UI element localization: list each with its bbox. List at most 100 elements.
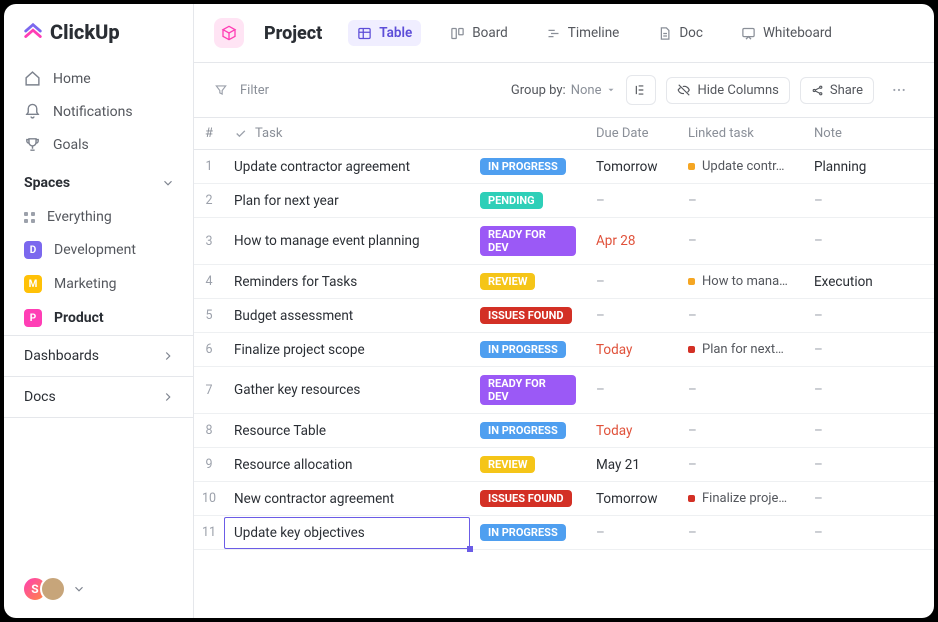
cell-due-date[interactable]: Today bbox=[586, 415, 678, 447]
table-row[interactable]: 5 Budget assessment ISSUES FOUND – – – bbox=[194, 299, 934, 333]
cell-note: – bbox=[814, 525, 823, 541]
col-header-number[interactable]: # bbox=[194, 118, 224, 149]
cell-linked[interactable]: How to mana… bbox=[688, 274, 794, 289]
nav-notifications[interactable]: Notifications bbox=[14, 95, 183, 128]
cell-status[interactable]: ISSUES FOUND bbox=[470, 299, 586, 332]
table-row[interactable]: 1 Update contractor agreement IN PROGRES… bbox=[194, 150, 934, 184]
table-row[interactable]: 6 Finalize project scope IN PROGRESS Tod… bbox=[194, 333, 934, 367]
cell-due-date[interactable]: Today bbox=[586, 334, 678, 366]
cell-status[interactable]: READY FOR DEV bbox=[470, 367, 586, 413]
col-header-note[interactable]: Note bbox=[804, 118, 934, 149]
cell-status[interactable]: PENDING bbox=[470, 184, 586, 217]
space-badge: M bbox=[24, 275, 42, 293]
cell-linked[interactable]: Finalize proje… bbox=[688, 491, 794, 506]
cell-due-date[interactable]: – bbox=[586, 517, 678, 549]
cell-due-date[interactable]: – bbox=[586, 374, 678, 406]
table-row[interactable]: 9 Resource allocation REVIEW May 21 – – bbox=[194, 448, 934, 482]
cell-status[interactable]: IN PROGRESS bbox=[470, 516, 586, 549]
status-badge: ISSUES FOUND bbox=[480, 307, 572, 324]
cell-status[interactable]: IN PROGRESS bbox=[470, 414, 586, 447]
cell-due-date[interactable]: Tomorrow bbox=[586, 483, 678, 515]
col-header-task[interactable]: Task bbox=[224, 118, 470, 149]
cell-note-wrapper: – bbox=[804, 334, 934, 366]
cell-task[interactable]: Finalize project scope bbox=[224, 334, 470, 366]
cell-due-date[interactable]: Tomorrow bbox=[586, 151, 678, 183]
table-row[interactable]: 2 Plan for next year PENDING – – – bbox=[194, 184, 934, 218]
cell-linked[interactable]: Plan for next… bbox=[688, 342, 794, 357]
cell-status[interactable]: ISSUES FOUND bbox=[470, 482, 586, 515]
view-tab-board[interactable]: Board bbox=[441, 20, 517, 46]
cell-linked-wrapper: – bbox=[678, 374, 804, 406]
cell-note: – bbox=[814, 491, 823, 507]
more-button[interactable] bbox=[884, 75, 914, 105]
status-badge: REVIEW bbox=[480, 273, 535, 290]
status-badge: READY FOR DEV bbox=[480, 226, 576, 256]
cell-task[interactable]: Gather key resources bbox=[224, 374, 470, 406]
col-header-status[interactable] bbox=[470, 118, 586, 149]
cell-task[interactable]: How to manage event planning bbox=[224, 225, 470, 257]
cell-due-date[interactable]: Apr 28 bbox=[586, 225, 678, 257]
cell-status[interactable]: IN PROGRESS bbox=[470, 333, 586, 366]
row-height-button[interactable] bbox=[626, 75, 656, 105]
cell-status[interactable]: READY FOR DEV bbox=[470, 218, 586, 264]
user-avatars[interactable]: S bbox=[4, 560, 193, 618]
cell-status[interactable]: REVIEW bbox=[470, 265, 586, 298]
cell-due-date[interactable]: May 21 bbox=[586, 449, 678, 481]
cell-note: – bbox=[814, 193, 823, 209]
cell-task[interactable]: Reminders for Tasks bbox=[224, 266, 470, 298]
sidebar-space-item[interactable]: PProduct bbox=[4, 301, 193, 335]
table-row[interactable]: 8 Resource Table IN PROGRESS Today – – bbox=[194, 414, 934, 448]
cell-linked[interactable]: Update contr… bbox=[688, 159, 794, 174]
col-header-due[interactable]: Due Date bbox=[586, 118, 678, 149]
board-icon bbox=[450, 26, 465, 41]
table-row[interactable]: 7 Gather key resources READY FOR DEV – –… bbox=[194, 367, 934, 414]
table-icon bbox=[357, 26, 372, 41]
cell-number: 8 bbox=[194, 415, 224, 446]
cell-task[interactable]: Resource allocation bbox=[224, 449, 470, 481]
share-button[interactable]: Share bbox=[800, 77, 874, 104]
table-row[interactable]: 11 Update key objectives IN PROGRESS – –… bbox=[194, 516, 934, 550]
view-tab-doc[interactable]: Doc bbox=[648, 20, 712, 46]
app-window: ClickUp Home Notifications Goals Spaces … bbox=[4, 4, 934, 618]
cell-task[interactable]: Update contractor agreement bbox=[224, 151, 470, 183]
cell-due-date[interactable]: – bbox=[586, 300, 678, 332]
cell-task[interactable]: Budget assessment bbox=[224, 300, 470, 332]
nav-home[interactable]: Home bbox=[14, 62, 183, 95]
view-tab-table[interactable]: Table bbox=[348, 20, 421, 46]
space-everything[interactable]: Everything bbox=[4, 201, 193, 233]
view-tab-timeline[interactable]: Timeline bbox=[537, 20, 629, 46]
cell-status[interactable]: IN PROGRESS bbox=[470, 150, 586, 183]
check-icon bbox=[234, 127, 247, 140]
sidebar-dashboards[interactable]: Dashboards bbox=[4, 335, 193, 376]
groupby-selector[interactable]: Group by: None bbox=[511, 83, 617, 98]
row-height-icon bbox=[634, 83, 648, 97]
table-row[interactable]: 4 Reminders for Tasks REVIEW – How to ma… bbox=[194, 265, 934, 299]
cell-due-date[interactable]: – bbox=[586, 185, 678, 217]
grid-icon bbox=[24, 212, 35, 223]
space-badge: D bbox=[24, 241, 42, 259]
filter-button[interactable]: Filter bbox=[240, 83, 269, 98]
cell-task[interactable]: Update key objectives bbox=[224, 517, 470, 549]
cell-task[interactable]: Plan for next year bbox=[224, 185, 470, 217]
groupby-value: None bbox=[571, 83, 602, 98]
status-dot bbox=[688, 495, 695, 502]
nav-goals[interactable]: Goals bbox=[14, 128, 183, 161]
sidebar-space-item[interactable]: DDevelopment bbox=[4, 233, 193, 267]
status-badge: IN PROGRESS bbox=[480, 341, 566, 358]
avatar[interactable] bbox=[40, 576, 66, 602]
sidebar-space-item[interactable]: MMarketing bbox=[4, 267, 193, 301]
table-row[interactable]: 3 How to manage event planning READY FOR… bbox=[194, 218, 934, 265]
cell-due-date[interactable]: – bbox=[586, 266, 678, 298]
col-header-linked[interactable]: Linked task bbox=[678, 118, 804, 149]
brand-logo[interactable]: ClickUp bbox=[4, 4, 193, 62]
table-row[interactable]: 10 New contractor agreement ISSUES FOUND… bbox=[194, 482, 934, 516]
spaces-header[interactable]: Spaces bbox=[4, 161, 193, 201]
cell-number: 5 bbox=[194, 300, 224, 331]
hide-columns-button[interactable]: Hide Columns bbox=[666, 77, 789, 104]
cell-status[interactable]: REVIEW bbox=[470, 448, 586, 481]
cell-task[interactable]: Resource Table bbox=[224, 415, 470, 447]
view-tab-whiteboard[interactable]: Whiteboard bbox=[732, 20, 841, 46]
tab-label: Board bbox=[472, 25, 508, 41]
cell-task[interactable]: New contractor agreement bbox=[224, 483, 470, 515]
sidebar-docs[interactable]: Docs bbox=[4, 376, 193, 418]
